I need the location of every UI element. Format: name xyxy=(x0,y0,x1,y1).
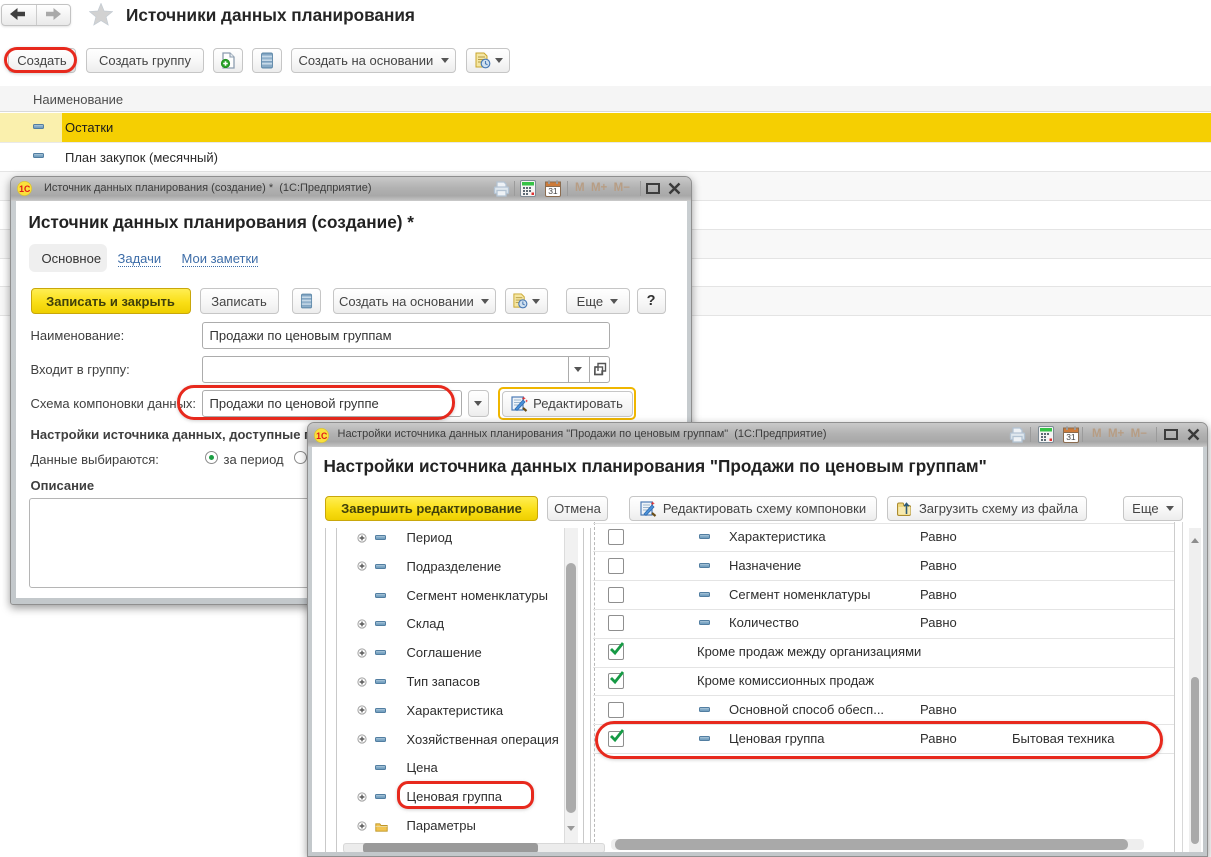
svg-text:31: 31 xyxy=(548,186,558,196)
svg-text:1C: 1C xyxy=(19,184,31,194)
svg-text:31: 31 xyxy=(1066,432,1076,442)
svg-text:1C: 1C xyxy=(316,430,328,440)
